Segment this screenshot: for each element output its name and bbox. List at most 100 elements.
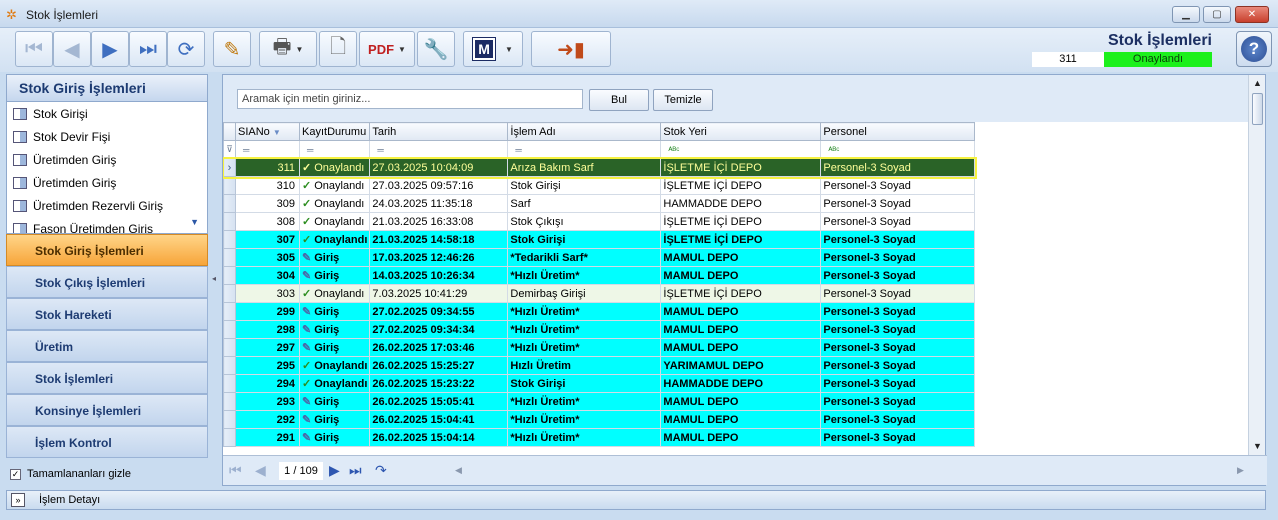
nav-group-consignment[interactable]: Konsinye İşlemleri — [6, 394, 208, 426]
list-item[interactable]: Üretimden Rezervli Giriş — [7, 194, 207, 217]
cell-personnel: Personel-3 Soyad — [820, 302, 976, 321]
cell-date: 27.02.2025 09:34:55 — [369, 302, 509, 321]
table-row[interactable]: › 311 ✓ Onaylandı 27.03.2025 10:04:09 Arıza B… — [223, 156, 977, 179]
column-header-personnel[interactable]: Personel — [820, 122, 976, 141]
list-item[interactable]: Stok Devir Fişi — [7, 125, 207, 148]
list-item[interactable]: Stok Girişi — [7, 102, 207, 125]
table-row[interactable]: 305 ✎ Giriş 17.03.2025 12:46:26 *Tedarikli S… — [223, 248, 976, 267]
row-indicator[interactable] — [223, 374, 236, 393]
row-indicator[interactable] — [223, 302, 236, 321]
nav-group-stock-operations[interactable]: Stok İşlemleri — [6, 362, 208, 394]
column-header-location[interactable]: Stok Yeri — [660, 122, 822, 141]
pdf-save-button[interactable]: PDF ▼ — [359, 31, 415, 67]
nav-group-control[interactable]: İşlem Kontrol — [6, 426, 208, 458]
m-menu-button[interactable]: M ▼ — [463, 31, 523, 67]
table-row[interactable]: 309 ✓ Onaylandı 24.03.2025 11:35:18 Sarf HAMM… — [223, 194, 976, 213]
table-row[interactable]: 294 ✓ Onaylandı 26.02.2025 15:23:22 Stok Gir… — [223, 374, 976, 393]
maximize-button[interactable]: ▢ — [1203, 6, 1231, 23]
row-indicator[interactable] — [223, 410, 236, 429]
table-row[interactable]: 297 ✎ Giriş 26.02.2025 17:03:46 *Hızlı Üreti… — [223, 338, 976, 357]
row-indicator[interactable] — [223, 194, 236, 213]
row-indicator[interactable] — [223, 176, 236, 195]
refresh-page-icon[interactable]: ↷ — [375, 462, 387, 479]
last-page-icon[interactable]: ⏭ — [349, 462, 362, 479]
nav-group-production[interactable]: Üretim — [6, 330, 208, 362]
nav-group-stock-entry[interactable]: Stok Giriş İşlemleri — [6, 234, 208, 266]
edit-button[interactable]: ✎ — [213, 31, 251, 67]
clear-button[interactable]: Temizle — [653, 89, 713, 111]
minimize-button[interactable]: ▁ — [1172, 6, 1200, 23]
table-row[interactable]: 304 ✎ Giriş 14.03.2025 10:26:34 *Hızlı Üreti… — [223, 266, 976, 285]
row-indicator[interactable] — [223, 212, 236, 231]
first-record-button[interactable]: ⏮ — [15, 31, 53, 67]
nav-group-stock-exit[interactable]: Stok Çıkış İşlemleri — [6, 266, 208, 298]
vertical-scrollbar[interactable]: ▲ ▼ — [1248, 75, 1265, 455]
detail-bar[interactable]: » İşlem Detayı — [6, 490, 1266, 510]
row-indicator[interactable] — [223, 284, 236, 303]
filter-cell[interactable]: ═ — [507, 140, 662, 159]
hide-completed-checkbox[interactable]: ✓ — [10, 468, 21, 480]
table-row[interactable]: 303 ✓ Onaylandı 7.03.2025 10:41:29 Demirbaş … — [223, 284, 976, 303]
panel-splitter[interactable]: ◂ — [210, 74, 220, 486]
row-indicator[interactable] — [223, 230, 236, 249]
next-page-icon[interactable]: ▶ — [329, 462, 340, 479]
row-indicator[interactable] — [223, 248, 236, 267]
filter-cell[interactable]: ᴬᴮᶜ — [820, 140, 976, 159]
row-indicator[interactable] — [223, 266, 236, 285]
hide-completed-option[interactable]: ✓ Tamamlananları gizle — [10, 468, 131, 480]
row-indicator[interactable]: › — [223, 158, 236, 177]
table-row[interactable]: 310 ✓ Onaylandı 27.03.2025 09:57:16 Stok Gir… — [223, 176, 976, 195]
filter-icon: ⊽ — [223, 140, 236, 159]
table-row[interactable]: 292 ✎ Giriş 26.02.2025 15:04:41 *Hızlı Üreti… — [223, 410, 976, 429]
list-item[interactable]: Fason Üretimden Giriş — [7, 217, 207, 233]
previous-record-button[interactable]: ◀ — [53, 31, 91, 67]
refresh-button[interactable]: ⟳ — [167, 31, 205, 67]
nav-group-stock-movement[interactable]: Stok Hareketi — [6, 298, 208, 330]
help-button[interactable]: ? — [1236, 31, 1272, 67]
tools-button[interactable]: 🔧 — [417, 31, 455, 67]
scroll-down-icon[interactable]: ▼ — [190, 217, 199, 227]
scroll-thumb[interactable] — [1252, 93, 1263, 125]
table-row[interactable]: 298 ✎ Giriş 27.02.2025 09:34:34 *Hızlı Üreti… — [223, 320, 976, 339]
pencil-icon: ✎ — [223, 38, 241, 61]
column-header-sia-no[interactable]: SIANo ▼ — [235, 122, 300, 141]
table-row[interactable]: 299 ✎ Giriş 27.02.2025 09:34:55 *Hızlı Üreti… — [223, 302, 976, 321]
filter-cell[interactable]: ᴬᴮᶜ — [660, 140, 822, 159]
first-page-icon[interactable]: ⏮ — [229, 462, 242, 479]
last-record-button[interactable]: ⏭ — [129, 31, 167, 67]
row-indicator[interactable] — [223, 338, 236, 357]
column-header-operation[interactable]: İşlem Adı — [507, 122, 662, 141]
search-input[interactable]: Aramak için metin giriniz... — [237, 89, 583, 109]
row-indicator[interactable] — [223, 392, 236, 411]
table-row[interactable]: 293 ✎ Giriş 26.02.2025 15:05:41 *Hızlı Üreti… — [223, 392, 976, 411]
table-row[interactable]: 291 ✎ Giriş 26.02.2025 15:04:14 *Hızlı Üreti… — [223, 428, 976, 447]
next-record-button[interactable]: ▶ — [91, 31, 129, 67]
row-indicator[interactable] — [223, 356, 236, 375]
table-row[interactable]: 308 ✓ Onaylandı 21.03.2025 16:33:08 Stok Çık… — [223, 212, 976, 231]
column-header-date[interactable]: Tarih — [369, 122, 509, 141]
scroll-left-icon[interactable]: ◀ — [455, 465, 462, 476]
find-button[interactable]: Bul — [589, 89, 649, 111]
row-indicator[interactable] — [223, 320, 236, 339]
previous-page-icon[interactable]: ◀ — [255, 462, 266, 479]
column-header-status[interactable]: KayıtDurumu — [298, 122, 371, 141]
filter-cell[interactable]: ═ — [298, 140, 371, 159]
cell-personnel: Personel-3 Soyad — [820, 212, 976, 231]
close-button[interactable]: ✕ — [1235, 6, 1269, 23]
page-title: Stok İşlemleri — [1107, 32, 1212, 49]
expand-icon[interactable]: » — [11, 493, 25, 507]
scroll-down-icon[interactable]: ▼ — [1253, 441, 1262, 451]
cell-sia-no: 311 — [235, 158, 300, 177]
exit-button[interactable]: ➜▮ — [531, 31, 611, 67]
row-indicator[interactable] — [223, 428, 236, 447]
filter-cell[interactable]: ═ — [235, 140, 300, 159]
table-row[interactable]: 295 ✓ Onaylandı 26.02.2025 15:25:27 Hızlı Ür… — [223, 356, 976, 375]
list-item[interactable]: Üretimden Giriş — [7, 148, 207, 171]
list-item[interactable]: Üretimden Giriş — [7, 171, 207, 194]
new-document-button[interactable]: 🗋 — [319, 31, 357, 67]
scroll-right-icon[interactable]: ▶ — [1237, 465, 1244, 476]
table-row[interactable]: 307 ✓ Onaylandı 21.03.2025 14:58:18 Stok Gir… — [223, 230, 976, 249]
filter-cell[interactable]: ═ — [369, 140, 509, 159]
scroll-up-icon[interactable]: ▲ — [1253, 78, 1262, 88]
print-button[interactable]: 🖶 ▼ — [259, 31, 317, 67]
